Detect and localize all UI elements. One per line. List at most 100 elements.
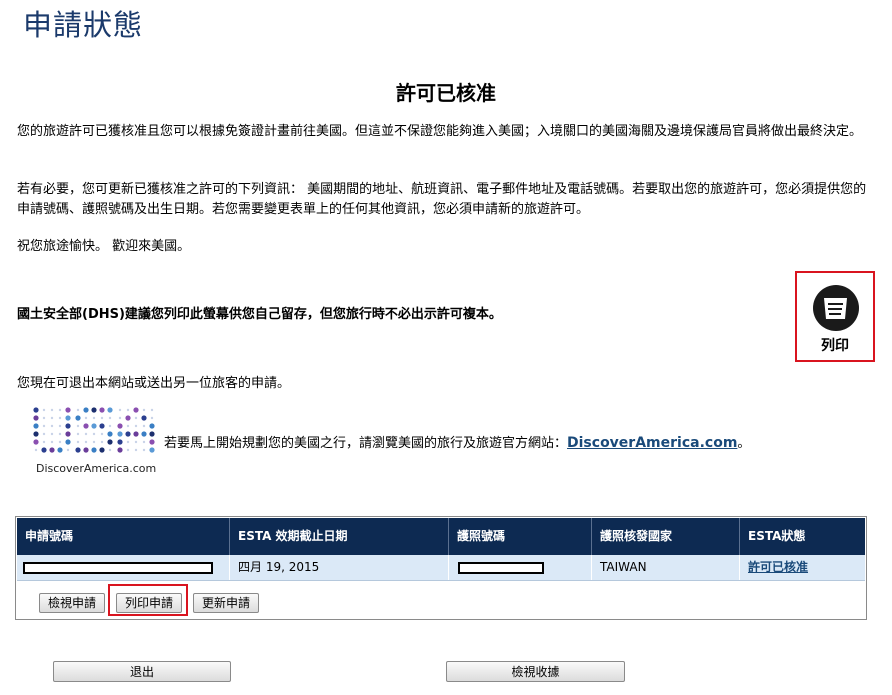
logo-dot [33, 415, 39, 421]
update-application-button[interactable]: 更新申請 [193, 593, 259, 613]
logo-dot [41, 447, 47, 453]
logo-dot [149, 439, 155, 445]
logo-dot [76, 440, 80, 444]
logo-dot [107, 407, 113, 413]
exit-notice: 您現在可退出本網站或送出另一位旅客的申請。 [17, 376, 291, 391]
view-application-button[interactable]: 檢視申請 [39, 593, 105, 613]
discover-america-link[interactable]: DiscoverAmerica.com [567, 435, 737, 451]
logo-dot [34, 448, 38, 452]
header-application-number: 申請號碼 [17, 518, 230, 555]
logo-dot [126, 440, 130, 444]
logo-dot [50, 424, 54, 428]
logo-dot [150, 408, 154, 412]
esta-status-link[interactable]: 許可已核准 [748, 560, 808, 574]
logo-dot [100, 432, 104, 436]
logo-dot [92, 432, 96, 436]
logo-dot [142, 440, 146, 444]
logo-dot [141, 415, 147, 421]
logo-caption: DiscoverAmerica.com [36, 462, 157, 475]
logo-dot [83, 447, 89, 453]
logo-dot [100, 440, 104, 444]
logo-dot [42, 416, 46, 420]
logo-dot [134, 416, 138, 420]
logo-dot [125, 415, 131, 421]
logo-dot [107, 431, 113, 437]
logo-dot [65, 439, 71, 445]
logo-dot [149, 447, 155, 453]
logo-dot [141, 431, 147, 437]
logo-dot [50, 416, 54, 420]
logo-dot [117, 423, 123, 429]
logo-dot [92, 440, 96, 444]
table-header: 申請號碼 ESTA 效期截止日期 護照號碼 護照核發國家 ESTA狀態 [17, 518, 865, 555]
greeting-paragraph: 祝您旅途愉快。 歡迎來美國。 [17, 239, 191, 254]
logo-dot [84, 432, 88, 436]
logo-dot [49, 447, 55, 453]
logo-dot [33, 423, 39, 429]
redacted-passport-number [458, 562, 544, 574]
print-button[interactable]: 列印 [795, 271, 875, 362]
logo-dot [42, 408, 46, 412]
update-info-paragraph: 若有必要，您可更新已獲核准之許可的下列資訊： 美國期間的地址、航班資訊、電子郵件… [17, 182, 867, 217]
print-application-highlight [108, 584, 188, 616]
logo-dot [33, 431, 39, 437]
logo-dot [91, 423, 97, 429]
logo-dot [92, 416, 96, 420]
logo-dot [58, 416, 62, 420]
logo-dot [118, 416, 122, 420]
print-label: 列印 [821, 338, 849, 354]
logo-dot [108, 416, 112, 420]
logo-dot [65, 423, 71, 429]
logo-dot [91, 407, 97, 413]
logo-dot [83, 423, 89, 429]
logo-dot [134, 440, 138, 444]
logo-dot [84, 440, 88, 444]
logo-dot [150, 416, 154, 420]
logo-dot [134, 424, 138, 428]
logo-dot [57, 447, 63, 453]
logo-dot [108, 448, 112, 452]
discover-intro: 若要馬上開始規劃您的美國之行，請瀏覽美國的旅行及旅遊官方網站： [164, 436, 568, 451]
exit-button[interactable]: 退出 [53, 661, 231, 682]
logo-dot [50, 432, 54, 436]
logo-dot [117, 447, 123, 453]
logo-dot [42, 440, 46, 444]
logo-dot [99, 423, 105, 429]
logo-dot [50, 440, 54, 444]
usa-dots-graphic [33, 407, 155, 453]
logo-dot [133, 431, 139, 437]
logo-dot [108, 424, 112, 428]
header-expiry-date: ESTA 效期截止日期 [230, 518, 449, 555]
logo-dot [118, 408, 122, 412]
page-title: 申請狀態 [23, 8, 144, 42]
logo-dot [33, 407, 39, 413]
logo-dot [117, 431, 123, 437]
logo-dot [58, 440, 62, 444]
logo-dot [58, 424, 62, 428]
logo-dot [65, 431, 71, 437]
discover-america-logo: DiscoverAmerica.com [30, 404, 157, 476]
approval-paragraph: 您的旅遊許可已獲核准且您可以根據免簽證計畫前往美國。但這並不保證您能夠進入美國；… [17, 124, 863, 139]
cell-passport-number [449, 555, 592, 580]
print-document-icon [813, 285, 859, 331]
logo-dot [75, 415, 81, 421]
logo-dot [66, 448, 70, 452]
header-esta-status: ESTA狀態 [748, 529, 806, 543]
logo-dot [65, 415, 71, 421]
redacted-application-number [23, 562, 213, 574]
logo-dot [142, 408, 146, 412]
logo-dot [42, 424, 46, 428]
logo-dot [142, 448, 146, 452]
view-receipt-button[interactable]: 檢視收據 [446, 661, 625, 682]
logo-dot [126, 424, 130, 428]
logo-dot [50, 408, 54, 412]
header-issuing-country: 護照核發國家 [592, 518, 740, 555]
logo-dot [100, 416, 104, 420]
logo-dot [42, 432, 46, 436]
logo-dot [117, 439, 123, 445]
logo-dot [126, 448, 130, 452]
logo-dot [125, 431, 131, 437]
logo-dot [126, 408, 130, 412]
logo-dot [134, 448, 138, 452]
logo-dot [83, 407, 89, 413]
